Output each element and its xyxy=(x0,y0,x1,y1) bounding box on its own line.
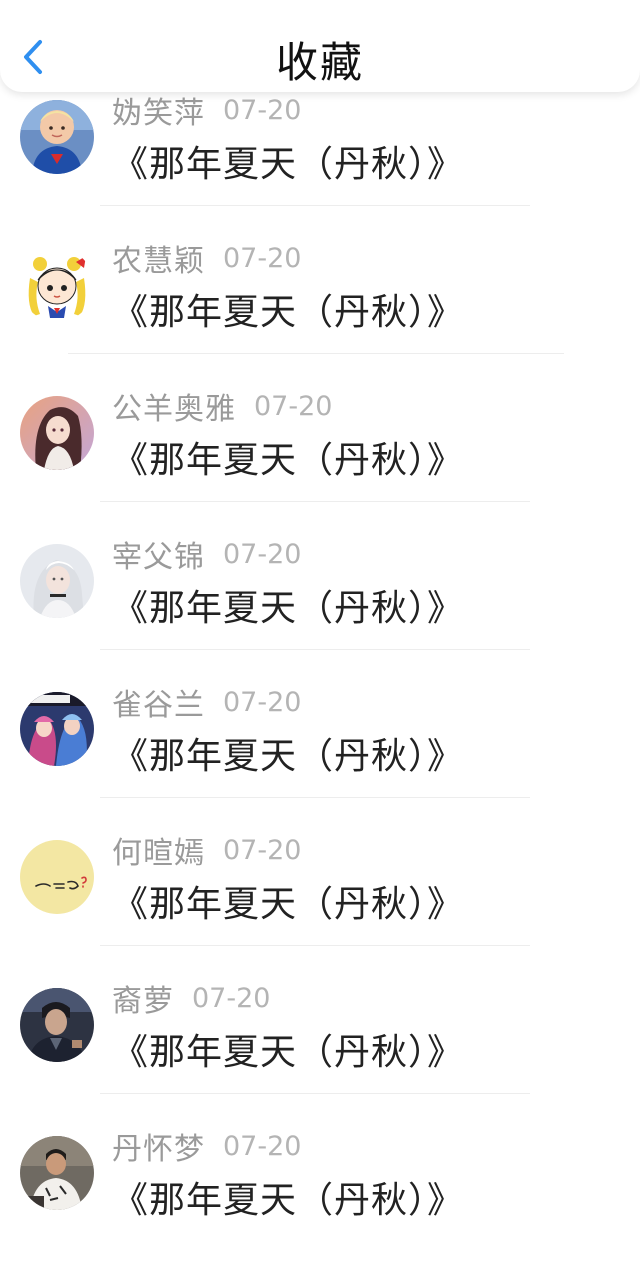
item-meta: 农慧颖 07-20 xyxy=(112,236,301,280)
favorites-page: 收藏 妫笑萍 07-20 《那年夏天（丹秋）》 农慧颖 07-20 《那年夏天（… xyxy=(0,0,640,1263)
user-name: 雀谷兰 xyxy=(112,688,205,723)
list-item[interactable]: 宰父锦 07-20 《那年夏天（丹秋）》 xyxy=(0,502,640,650)
date-label: 07-20 xyxy=(223,242,302,274)
top-bar: 收藏 xyxy=(0,0,640,92)
avatar[interactable] xyxy=(20,544,94,618)
avatar[interactable] xyxy=(20,248,94,322)
user-name: 农慧颖 xyxy=(112,244,205,279)
date-label: 07-20 xyxy=(192,982,271,1014)
work-title: 《那年夏天（丹秋）》 xyxy=(112,144,465,185)
page-title: 收藏 xyxy=(275,38,364,87)
avatar[interactable] xyxy=(20,100,94,174)
item-meta: 宰父锦 07-20 xyxy=(112,532,301,576)
list-item[interactable]: 公羊奥雅 07-20 《那年夏天（丹秋）》 xyxy=(0,354,640,502)
work-title: 《那年夏天（丹秋）》 xyxy=(112,736,465,777)
user-name: 公羊奥雅 xyxy=(112,392,236,427)
sailor-moon-avatar-icon xyxy=(20,248,94,322)
date-label: 07-20 xyxy=(223,538,302,570)
user-name: 妫笑萍 xyxy=(112,96,205,131)
avatar[interactable] xyxy=(20,692,94,766)
user-name: 裔萝 xyxy=(112,984,174,1019)
work-title: 《那年夏天（丹秋）》 xyxy=(112,440,465,481)
list-item[interactable]: 农慧颖 07-20 《那年夏天（丹秋）》 xyxy=(0,206,640,354)
item-meta: 妫笑萍 07-20 xyxy=(112,88,301,132)
list-item[interactable]: 丹怀梦 07-20 《那年夏天（丹秋）》 xyxy=(0,1094,640,1242)
list-item[interactable]: 裔萝 07-20 《那年夏天（丹秋）》 xyxy=(0,946,640,1094)
item-meta: 公羊奥雅 07-20 xyxy=(112,384,332,428)
work-title: 《那年夏天（丹秋）》 xyxy=(112,292,465,333)
user-name: 宰父锦 xyxy=(112,540,205,575)
date-label: 07-20 xyxy=(223,686,302,718)
list-item[interactable]: 雀谷兰 07-20 《那年夏天（丹秋）》 xyxy=(0,650,640,798)
date-label: 07-20 xyxy=(223,94,302,126)
list-item[interactable]: 何暄嫣 07-20 《那年夏天（丹秋）》 xyxy=(0,798,640,946)
date-label: 07-20 xyxy=(223,834,302,866)
white-hair-girl-avatar-icon xyxy=(20,544,94,618)
favorites-list: 妫笑萍 07-20 《那年夏天（丹秋）》 农慧颖 07-20 《那年夏天（丹秋）… xyxy=(0,58,640,1242)
dark-jacket-man-avatar-icon xyxy=(20,988,94,1062)
item-meta: 裔萝 07-20 xyxy=(112,976,270,1020)
game-characters-avatar-icon xyxy=(20,692,94,766)
item-meta: 雀谷兰 07-20 xyxy=(112,680,301,724)
man-white-shirt-avatar-icon xyxy=(20,1136,94,1210)
anime-girl-avatar-icon xyxy=(20,396,94,470)
work-title: 《那年夏天（丹秋）》 xyxy=(112,1180,465,1221)
work-title: 《那年夏天（丹秋）》 xyxy=(112,588,465,629)
yellow-sketch-avatar-icon xyxy=(20,840,94,914)
item-meta: 丹怀梦 07-20 xyxy=(112,1124,301,1168)
item-meta: 何暄嫣 07-20 xyxy=(112,828,301,872)
user-name: 何暄嫣 xyxy=(112,836,205,871)
avatar[interactable] xyxy=(20,1136,94,1210)
avatar[interactable] xyxy=(20,840,94,914)
avatar[interactable] xyxy=(20,396,94,470)
date-label: 07-20 xyxy=(223,1130,302,1162)
avatar[interactable] xyxy=(20,988,94,1062)
user-name: 丹怀梦 xyxy=(112,1132,205,1167)
boy-superman-avatar-icon xyxy=(20,100,94,174)
work-title: 《那年夏天（丹秋）》 xyxy=(112,884,465,925)
work-title: 《那年夏天（丹秋）》 xyxy=(112,1032,465,1073)
date-label: 07-20 xyxy=(254,390,333,422)
